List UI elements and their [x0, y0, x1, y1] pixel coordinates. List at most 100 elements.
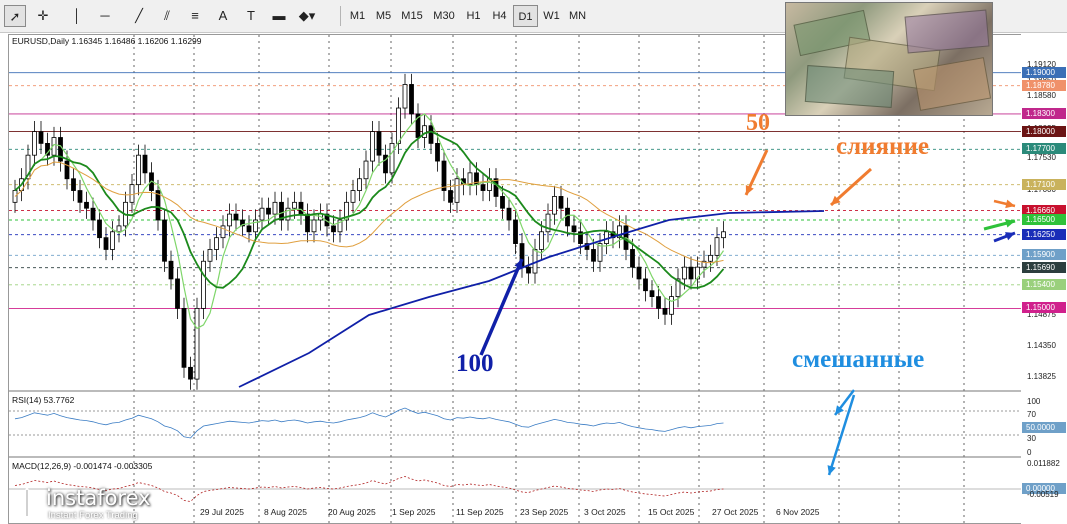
timeframe-m5[interactable]: M5 [371, 5, 396, 27]
candle-body [246, 225, 252, 233]
candle-body [357, 178, 362, 191]
timeframe-m30[interactable]: M30 [429, 5, 459, 27]
macd-axis-label: 0.011882 [1027, 459, 1060, 468]
timeframe-m1[interactable]: M1 [345, 5, 370, 27]
candle-body [649, 290, 655, 298]
candle-body [708, 254, 713, 262]
rsi-axis-label: 50.0000 [1022, 422, 1066, 433]
candle-body [682, 266, 687, 280]
instaforex-logo: instaforex Instant Forex Trading [10, 484, 185, 522]
timeframe-m15[interactable]: M15 [397, 5, 427, 27]
candle-body [201, 260, 206, 309]
price-axis: 1.191201.188501.185801.180351.175301.170… [1021, 34, 1067, 524]
candle-body [90, 207, 96, 221]
timeframe-w1[interactable]: W1 [539, 5, 564, 27]
vertical-line-icon[interactable]: │ [66, 5, 88, 27]
candle-body [214, 237, 219, 250]
candle-body [175, 278, 180, 309]
candle-body [389, 142, 395, 174]
price-label: 1.13825 [1027, 371, 1056, 381]
channel-icon[interactable]: ⫽ [156, 5, 178, 27]
level-tag: 1.15900 [1022, 249, 1066, 261]
candle-body [194, 307, 200, 380]
timeframe-h1[interactable]: H1 [461, 5, 486, 27]
candle-body [97, 219, 102, 239]
candle-body [259, 207, 265, 221]
date-label: 20 Aug 2025 [328, 507, 376, 517]
candle-body [480, 184, 486, 191]
rsi-axis-label: 70 [1027, 410, 1036, 419]
logo-tagline: Instant Forex Trading [48, 510, 138, 521]
candle-body [64, 160, 70, 180]
horizontal-line-icon[interactable]: ─ [94, 5, 116, 27]
level-tag: 1.17100 [1022, 178, 1066, 190]
candle-body [571, 225, 577, 233]
candle-body [168, 260, 174, 280]
logo-icon [13, 488, 41, 518]
candle-body [136, 154, 141, 186]
timeframe-h4[interactable]: H4 [487, 5, 512, 27]
candle-body [402, 84, 408, 109]
date-label: 23 Sep 2025 [520, 507, 569, 517]
candle-body [441, 160, 447, 191]
candle-body [331, 225, 336, 233]
candle-body [688, 266, 694, 280]
level-tag: 1.16500 [1022, 214, 1066, 225]
cursor-icon[interactable]: ➚ [4, 5, 26, 27]
rsi-axis-label: 0 [1027, 448, 1032, 457]
candle-body [292, 201, 297, 209]
crosshair-icon[interactable]: ✛ [32, 5, 54, 27]
candle-body [714, 237, 720, 256]
shapes-icon[interactable]: ◆▾ [296, 5, 318, 27]
candle-body [116, 225, 122, 233]
candle-body [721, 231, 726, 239]
date-label: 29 Jul 2025 [200, 507, 244, 517]
timeframe-d1[interactable]: D1 [513, 5, 538, 27]
candle-body [513, 219, 518, 244]
candle-body [311, 219, 317, 233]
date-label: 8 Aug 2025 [264, 507, 308, 517]
merge-annotation: слияние [836, 133, 929, 160]
rsi-label: RSI(14) 53.7762 [12, 395, 75, 405]
candle-body [630, 249, 635, 268]
candle-body [428, 125, 434, 144]
rsi-line [14, 407, 724, 439]
candle-body [103, 237, 109, 250]
candle-body [493, 178, 499, 197]
candle-body [435, 142, 440, 162]
candle-body [272, 201, 278, 215]
candle-body [298, 201, 304, 215]
candle-body [643, 278, 648, 292]
date-label: 11 Sep 2025 [456, 507, 504, 517]
candle-body [188, 366, 193, 380]
candle-body [422, 125, 427, 138]
ma100-line [238, 210, 825, 388]
candle-body [669, 296, 674, 315]
candle-body [162, 219, 167, 262]
macd-axis-label: -0.00519 [1027, 490, 1059, 499]
level-tag: 1.18300 [1022, 107, 1066, 119]
level-tag: 1.18780 [1022, 79, 1066, 91]
candle-body [558, 196, 564, 209]
candle-body [500, 196, 505, 209]
candle-body [506, 207, 512, 221]
fibonacci-icon[interactable]: ≡ [184, 5, 206, 27]
candle-body [32, 131, 37, 156]
trendline-icon[interactable]: ╱ [128, 5, 150, 27]
rectangle-icon[interactable]: ▬ [268, 5, 290, 27]
ma50-annotation: 50 [746, 110, 770, 136]
candle-body [539, 231, 544, 250]
candle-body [129, 184, 135, 203]
candle-body [396, 107, 401, 144]
candle-body [376, 131, 382, 156]
ma100-annotation: 100 [456, 350, 494, 377]
candle-body [370, 131, 375, 162]
ma-mid-line [14, 130, 725, 289]
price-label: 1.17530 [1027, 153, 1056, 163]
candle-body [526, 266, 531, 274]
text-icon[interactable]: A [212, 5, 234, 27]
candle-body [565, 207, 570, 227]
text-label-icon[interactable]: T [240, 5, 262, 27]
candle-body [233, 213, 239, 221]
timeframe-mn[interactable]: MN [565, 5, 590, 27]
